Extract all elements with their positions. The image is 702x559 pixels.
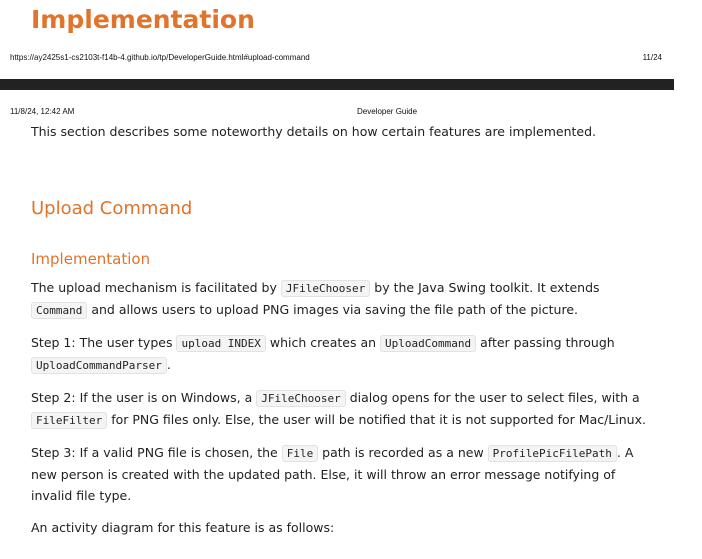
print-datetime: 11/8/24, 12:42 AM bbox=[10, 107, 75, 116]
print-page-url: https://ay2425s1-cs2103t-f14b-4.github.i… bbox=[10, 53, 310, 62]
code-upload-command: UploadCommand bbox=[380, 335, 477, 352]
text-run: . bbox=[166, 357, 171, 372]
code-upload-index: upload INDEX bbox=[176, 335, 266, 352]
text-run: Step 3: If a valid PNG file is chosen, t… bbox=[31, 445, 282, 460]
code-jfilechooser: JFileChooser bbox=[256, 390, 346, 407]
step-1-paragraph: Step 1: The user types upload INDEX whic… bbox=[31, 332, 651, 376]
code-command: Command bbox=[31, 302, 88, 319]
text-run: dialog opens for the user to select file… bbox=[345, 390, 640, 405]
text-run: by the Java Swing toolkit. It extends bbox=[370, 280, 600, 295]
text-run: The upload mechanism is facilitated by bbox=[31, 280, 281, 295]
code-upload-command-parser: UploadCommandParser bbox=[31, 357, 167, 374]
section-heading-implementation: Implementation bbox=[31, 5, 255, 34]
intro-paragraph: This section describes some noteworthy d… bbox=[31, 124, 597, 139]
text-run: after passing through bbox=[476, 335, 615, 350]
step-2-paragraph: Step 2: If the user is on Windows, a JFi… bbox=[31, 387, 651, 431]
document-content: This section describes some noteworthy d… bbox=[31, 121, 651, 549]
page-break-divider bbox=[0, 79, 674, 90]
code-filefilter: FileFilter bbox=[31, 412, 108, 429]
text-run: Step 2: If the user is on Windows, a bbox=[31, 390, 257, 405]
implementation-subheading: Implementation bbox=[31, 250, 151, 268]
text-run: Step 1: The user types bbox=[31, 335, 177, 350]
print-document-title: Developer Guide bbox=[357, 107, 418, 116]
text-run: which creates an bbox=[265, 335, 381, 350]
code-file: File bbox=[281, 445, 319, 462]
upload-mechanism-paragraph: The upload mechanism is facilitated by J… bbox=[31, 277, 651, 321]
step-3-paragraph: Step 3: If a valid PNG file is chosen, t… bbox=[31, 442, 651, 506]
activity-diagram-intro: An activity diagram for this feature is … bbox=[31, 520, 335, 535]
upload-command-heading: Upload Command bbox=[31, 198, 193, 219]
code-jfilechooser: JFileChooser bbox=[280, 280, 371, 297]
code-profile-pic-file-path: ProfilePicFilePath bbox=[487, 445, 617, 462]
text-run: for PNG files only. Else, the user will … bbox=[107, 412, 646, 427]
text-run: and allows users to upload PNG images vi… bbox=[87, 302, 578, 317]
text-run: path is recorded as a new bbox=[318, 445, 488, 460]
print-page-count: 11/24 bbox=[642, 53, 662, 62]
